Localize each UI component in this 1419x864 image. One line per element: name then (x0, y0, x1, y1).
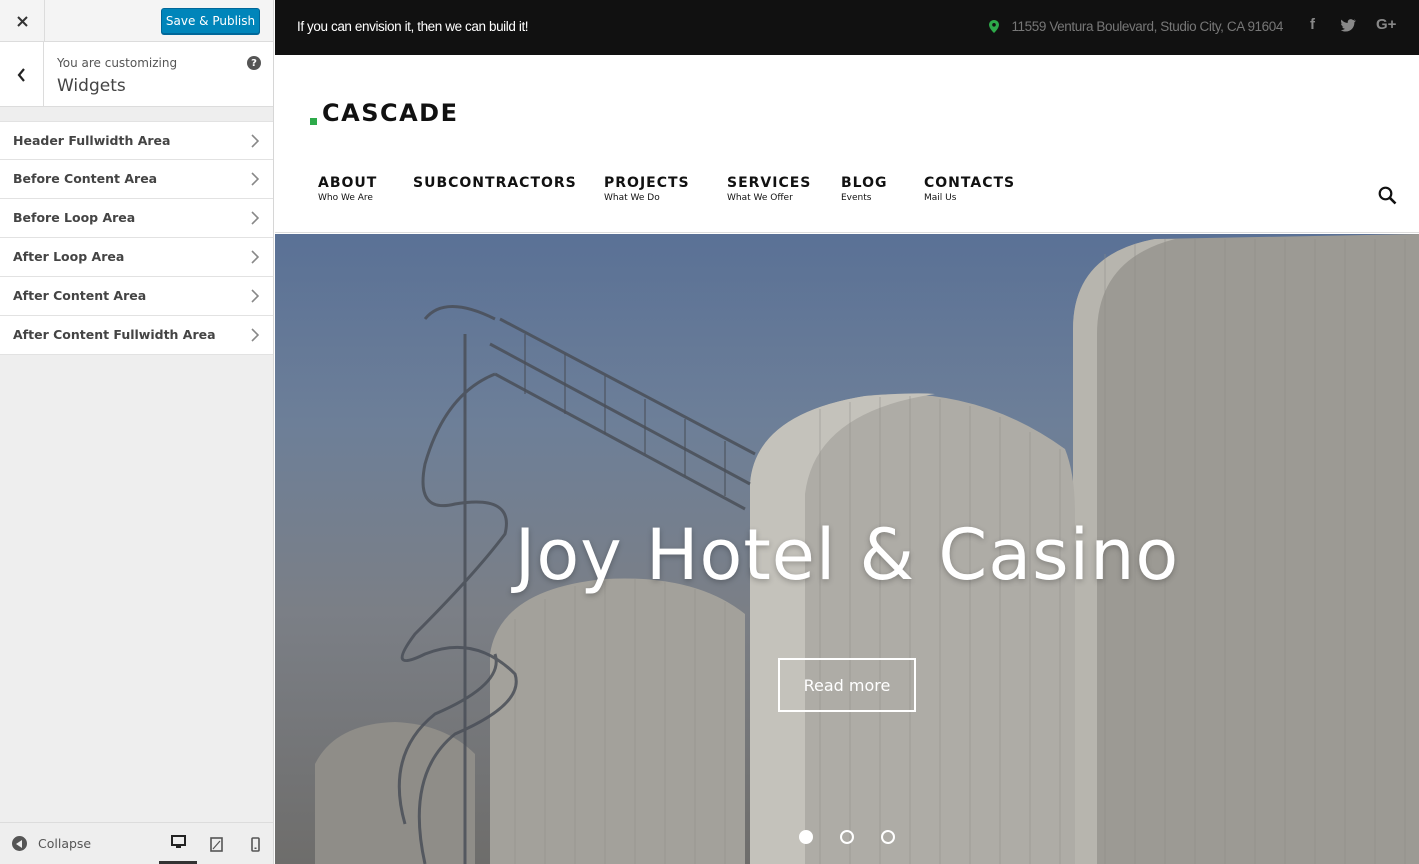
site-preview: If you can envision it, then we can buil… (275, 0, 1419, 864)
location-pin-icon (989, 20, 1000, 33)
slider-dot-3[interactable] (881, 830, 895, 844)
mobile-preview-button[interactable] (236, 823, 274, 864)
nav-label: PROJECTS (604, 175, 690, 191)
chevron-left-icon (17, 67, 25, 82)
site-header: CASCADE ABOUT Who We Are SUBCONTRACTORS … (275, 55, 1419, 233)
close-icon (16, 15, 28, 27)
customizing-label: You are customizing (57, 56, 178, 70)
nav-blog[interactable]: BLOG Events (841, 175, 888, 203)
widget-area-after-content-fullwidth[interactable]: After Content Fullwidth Area (0, 316, 273, 355)
nav-label: SUBCONTRACTORS (413, 175, 577, 191)
facebook-icon[interactable]: f (1310, 16, 1315, 33)
collapse-label: Collapse (38, 836, 92, 851)
widget-area-before-content[interactable]: Before Content Area (0, 160, 273, 199)
section-title: Widgets (57, 76, 126, 96)
hero-title: Joy Hotel & Casino (514, 514, 1180, 596)
read-more-button[interactable]: Read more (778, 658, 916, 712)
search-icon[interactable] (1378, 186, 1397, 205)
customizer-top-bar: Save & Publish (0, 0, 273, 42)
desktop-icon (170, 835, 186, 848)
nav-label: CONTACTS (924, 175, 1016, 191)
help-icon[interactable]: ? (247, 56, 261, 70)
mobile-icon (250, 836, 260, 852)
logo-mark (310, 118, 317, 125)
nav-label: SERVICES (727, 175, 812, 191)
twitter-icon[interactable] (1341, 19, 1356, 32)
widget-area-before-loop[interactable]: Before Loop Area (0, 199, 273, 238)
collapse-icon (12, 836, 27, 851)
widget-areas-list: Header Fullwidth Area Before Content Are… (0, 121, 273, 355)
close-button[interactable] (0, 0, 45, 42)
tablet-icon (209, 836, 223, 852)
nav-subcontractors[interactable]: SUBCONTRACTORS (413, 175, 577, 193)
nav-projects[interactable]: PROJECTS What We Do (604, 175, 690, 203)
customizer-sidebar: Save & Publish You are customizing Widge… (0, 0, 274, 864)
section-header: You are customizing Widgets ? (0, 42, 273, 107)
google-plus-icon[interactable]: G+ (1376, 16, 1396, 33)
chevron-right-icon (251, 289, 259, 303)
nav-sublabel: What We Offer (727, 193, 793, 203)
hero-slider: Joy Hotel & Casino Read more (275, 234, 1419, 864)
widget-area-label: After Content Fullwidth Area (13, 327, 216, 342)
address-text: 11559 Ventura Boulevard, Studio City, CA… (1011, 19, 1283, 34)
site-top-bar: If you can envision it, then we can buil… (275, 0, 1419, 55)
chevron-right-icon (251, 211, 259, 225)
nav-services[interactable]: SERVICES What We Offer (727, 175, 811, 203)
collapse-button[interactable]: Collapse (12, 836, 91, 851)
nav-label: ABOUT (318, 175, 378, 191)
widget-area-label: After Content Area (13, 288, 147, 303)
widget-area-label: Before Content Area (13, 171, 158, 186)
nav-contacts[interactable]: CONTACTS Mail Us (924, 175, 1015, 203)
site-tagline: If you can envision it, then we can buil… (297, 19, 529, 34)
site-address: 11559 Ventura Boulevard, Studio City, CA… (989, 19, 1283, 34)
chevron-right-icon (251, 172, 259, 186)
chevron-right-icon (251, 328, 259, 342)
site-logo[interactable]: CASCADE (322, 99, 458, 127)
nav-label: BLOG (841, 175, 888, 191)
customizer-app: Save & Publish You are customizing Widge… (0, 0, 1419, 864)
slider-dot-1[interactable] (799, 830, 813, 844)
desktop-preview-button[interactable] (159, 823, 197, 864)
nav-about[interactable]: ABOUT Who We Are (318, 175, 377, 203)
widget-area-label: After Loop Area (13, 249, 125, 264)
nav-sublabel: Mail Us (924, 193, 957, 203)
widget-area-label: Header Fullwidth Area (13, 133, 171, 148)
widget-area-header-fullwidth[interactable]: Header Fullwidth Area (0, 121, 273, 160)
slider-dot-2[interactable] (840, 830, 854, 844)
back-button[interactable] (0, 42, 44, 107)
nav-sublabel: What We Do (604, 193, 660, 203)
widget-area-after-loop[interactable]: After Loop Area (0, 238, 273, 277)
tablet-preview-button[interactable] (197, 823, 235, 864)
chevron-right-icon (251, 250, 259, 264)
chevron-right-icon (251, 134, 259, 148)
save-publish-button[interactable]: Save & Publish (161, 8, 260, 34)
customizer-footer: Collapse (0, 822, 273, 864)
widget-area-label: Before Loop Area (13, 210, 136, 225)
nav-sublabel: Who We Are (318, 193, 373, 203)
widget-area-after-content[interactable]: After Content Area (0, 277, 273, 316)
nav-sublabel: Events (841, 193, 872, 203)
